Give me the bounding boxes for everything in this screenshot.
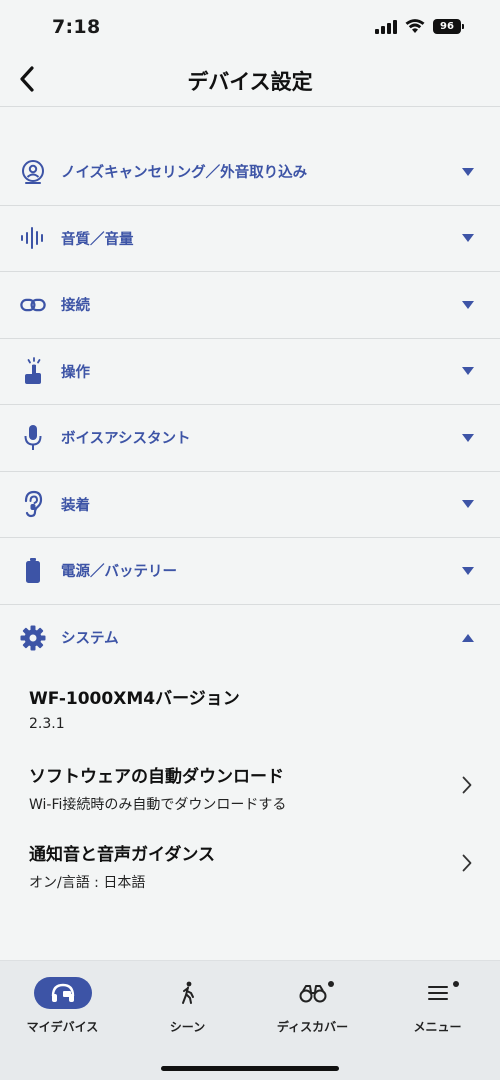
section-label: ボイスアシスタント — [61, 431, 191, 448]
tab-menu[interactable]: メニュー — [375, 975, 500, 1035]
tab-active-indicator — [33, 977, 92, 1009]
headphones-icon — [51, 983, 74, 1002]
tab-label: シーン — [169, 1020, 206, 1034]
item-title: WF-1000XM4バージョン — [29, 689, 240, 709]
section-controls[interactable]: 操作 — [0, 339, 500, 405]
caret-down-icon — [462, 233, 474, 243]
tab-bar: マイデバイス シーン ディスカバー メニュー — [0, 960, 500, 1080]
section-wearing[interactable]: 装着 — [0, 472, 500, 538]
ear-icon — [20, 491, 46, 518]
chevron-right-icon — [460, 775, 474, 795]
item-title: 通知音と音声ガイダンス — [29, 845, 215, 865]
item-subtitle: Wi-Fi接続時のみ自動でダウンロードする — [29, 797, 287, 813]
caret-down-icon — [462, 167, 474, 177]
item-subtitle: オン/言語 : 日本語 — [29, 875, 146, 891]
section-power-battery[interactable]: 電源／バッテリー — [0, 538, 500, 605]
notification-dot — [328, 981, 334, 987]
caret-down-icon — [462, 499, 474, 509]
caret-down-icon — [462, 300, 474, 310]
touch-icon — [20, 357, 46, 385]
section-label: 接続 — [61, 298, 90, 315]
item-subtitle: 2.3.1 — [29, 716, 65, 732]
tab-label: メニュー — [413, 1020, 462, 1034]
link-icon — [20, 292, 46, 318]
section-label: ノイズキャンセリング／外音取り込み — [61, 165, 308, 182]
microphone-icon — [20, 424, 46, 451]
section-noise-cancelling[interactable]: ノイズキャンセリング／外音取り込み — [0, 139, 500, 206]
battery-tip — [462, 24, 464, 29]
section-voice-assistant[interactable]: ボイスアシスタント — [0, 405, 500, 472]
section-system[interactable]: システム — [0, 605, 500, 672]
system-items: WF-1000XM4バージョン 2.3.1 ソフトウェアの自動ダウンロード Wi… — [0, 671, 500, 905]
section-sound-quality[interactable]: 音質／音量 — [0, 206, 500, 272]
tab-label: マイデバイス — [26, 1020, 99, 1034]
home-indicator[interactable] — [161, 1066, 339, 1071]
caret-up-icon — [462, 633, 474, 643]
notification-dot — [453, 981, 459, 987]
caret-down-icon — [462, 566, 474, 576]
tab-scene[interactable]: シーン — [125, 975, 250, 1035]
section-label: 装着 — [61, 497, 90, 514]
caret-down-icon — [462, 366, 474, 376]
status-bar: 7:18 96 — [0, 0, 500, 52]
auto-download-item[interactable]: ソフトウェアの自動ダウンロード Wi-Fi接続時のみ自動でダウンロードする — [29, 749, 474, 827]
section-label: 操作 — [61, 364, 90, 381]
settings-list: ノイズキャンセリング／外音取り込み 音質／音量 接続 操作 ボイスアシスタント … — [0, 139, 500, 905]
menu-icon — [427, 986, 448, 1000]
battery-icon — [20, 557, 46, 584]
cellular-signal-icon — [375, 19, 397, 34]
page-title: デバイス設定 — [187, 70, 313, 94]
tab-label: ディスカバー — [276, 1020, 349, 1034]
item-title: ソフトウェアの自動ダウンロード — [29, 767, 284, 787]
notification-sound-item[interactable]: 通知音と音声ガイダンス オン/言語 : 日本語 — [29, 827, 474, 905]
tab-my-device[interactable]: マイデバイス — [0, 975, 125, 1035]
section-connection[interactable]: 接続 — [0, 272, 500, 339]
section-label: 音質／音量 — [61, 231, 134, 248]
gear-icon — [20, 625, 46, 651]
ear-person-icon — [20, 159, 46, 185]
firmware-version-item: WF-1000XM4バージョン 2.3.1 — [29, 671, 474, 749]
status-time: 7:18 — [52, 16, 101, 38]
binoculars-icon — [299, 985, 326, 1003]
section-label: 電源／バッテリー — [61, 564, 177, 581]
caret-down-icon — [462, 433, 474, 443]
wifi-icon — [405, 19, 425, 33]
status-icons: 96 — [375, 19, 464, 34]
walking-person-icon — [181, 981, 194, 1004]
battery-indicator: 96 — [433, 19, 464, 34]
sound-wave-icon — [20, 225, 46, 251]
navigation-bar: デバイス設定 — [0, 52, 500, 107]
battery-level: 96 — [433, 19, 461, 34]
chevron-right-icon — [460, 853, 474, 873]
section-label: システム — [61, 631, 119, 648]
tab-discover[interactable]: ディスカバー — [250, 975, 375, 1035]
